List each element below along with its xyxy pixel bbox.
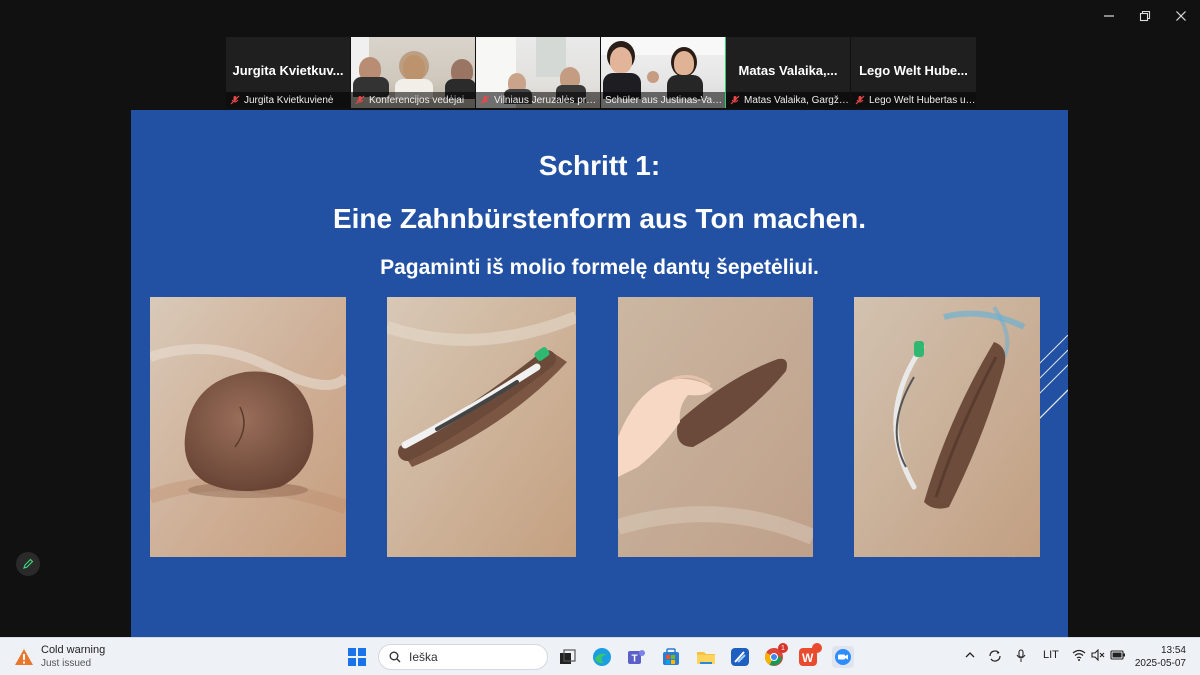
participant-caption: Schüler aus Justinas-Varei... bbox=[601, 92, 725, 108]
search-icon bbox=[389, 651, 401, 663]
taskbar-task-view[interactable] bbox=[556, 646, 578, 668]
photo-clay-ball bbox=[150, 297, 346, 557]
clock-date: 2025-05-07 bbox=[1134, 658, 1186, 669]
taskbar-zoom[interactable] bbox=[832, 646, 854, 668]
close-button[interactable] bbox=[1166, 6, 1196, 26]
folder-icon bbox=[697, 652, 715, 664]
taskbar-search[interactable]: Ieška bbox=[378, 644, 548, 670]
svg-text:W: W bbox=[802, 651, 814, 665]
taskbar-file-explorer[interactable] bbox=[695, 646, 717, 668]
chevron-up-icon bbox=[965, 652, 975, 658]
mic-muted-icon bbox=[230, 95, 240, 105]
photo-hand-shaping-clay bbox=[618, 297, 813, 557]
taskbar-clock[interactable]: 13:54 2025-05-07 bbox=[1135, 644, 1186, 670]
minimize-icon bbox=[1104, 15, 1114, 17]
participant-caption: Lego Welt Hubertas un... bbox=[851, 92, 976, 108]
participant-big-name: Matas Valaika,... bbox=[738, 63, 838, 78]
participant-caption: Konferencijos vedėjai bbox=[351, 92, 475, 108]
participant-tile[interactable]: Lego Welt Hube... Lego Welt Hubertas un.… bbox=[851, 37, 976, 108]
restore-button[interactable] bbox=[1130, 6, 1160, 26]
weather-subtitle: Just issued bbox=[41, 658, 92, 669]
volume-muted-icon bbox=[1091, 648, 1105, 662]
photo-toothbrush-in-clay bbox=[387, 297, 576, 557]
taskbar-teams[interactable]: T bbox=[625, 646, 647, 668]
taskbar-edge[interactable] bbox=[591, 646, 613, 668]
photo-toothbrush-and-mold bbox=[854, 297, 1040, 557]
tray-battery[interactable] bbox=[1110, 649, 1126, 664]
windows-logo-icon bbox=[348, 648, 366, 666]
battery-charging-icon bbox=[1110, 650, 1125, 660]
mic-muted-icon bbox=[855, 95, 865, 105]
tray-volume[interactable] bbox=[1091, 648, 1105, 664]
taskbar-app-drawboard[interactable] bbox=[729, 646, 751, 668]
windows-taskbar: Cold warning Just issued Ieška T 1 W LIT… bbox=[0, 637, 1200, 675]
participant-big-name: Lego Welt Hube... bbox=[859, 63, 968, 78]
slide-subtitle-german: Eine Zahnbürstenform aus Ton machen. bbox=[332, 203, 867, 234]
notification-dot bbox=[812, 643, 822, 653]
start-button[interactable] bbox=[346, 646, 368, 668]
edge-browser-icon bbox=[593, 648, 611, 666]
mic-muted-icon bbox=[730, 95, 740, 105]
weather-widget[interactable]: Cold warning Just issued bbox=[14, 644, 105, 670]
wifi-icon bbox=[1072, 649, 1086, 661]
participant-big-name: Jurgita Kvietkuv... bbox=[232, 63, 344, 78]
taskbar-store[interactable] bbox=[660, 646, 682, 668]
microphone-icon bbox=[1016, 649, 1026, 662]
screen: Jurgita Kvietkuv... Jurgita Kvietkuvienė… bbox=[0, 0, 1200, 675]
warning-icon bbox=[15, 649, 33, 665]
participant-strip: Jurgita Kvietkuv... Jurgita Kvietkuvienė… bbox=[226, 37, 976, 108]
participant-tile[interactable]: Konferencijos vedėjai bbox=[351, 37, 476, 108]
weather-title: Cold warning bbox=[41, 644, 106, 656]
tray-microphone[interactable] bbox=[1015, 649, 1027, 666]
sync-icon bbox=[989, 650, 1001, 662]
participant-tile[interactable]: Vilniaus Jeruzalės prog... bbox=[476, 37, 601, 108]
participant-tile[interactable]: Matas Valaika,... Matas Valaika, Gargžd.… bbox=[726, 37, 851, 108]
svg-text:T: T bbox=[632, 654, 638, 665]
close-icon bbox=[1176, 11, 1186, 21]
teams-icon: T bbox=[628, 650, 645, 665]
tray-language[interactable]: LIT bbox=[1043, 649, 1059, 661]
taskbar-office[interactable]: W bbox=[797, 643, 822, 668]
tray-wifi[interactable] bbox=[1072, 649, 1086, 664]
zoom-icon bbox=[835, 649, 851, 665]
task-view-icon bbox=[560, 649, 576, 664]
participant-tile-active-speaker[interactable]: Schüler aus Justinas-Varei... bbox=[601, 37, 726, 108]
participant-caption: Vilniaus Jeruzalės prog... bbox=[476, 92, 600, 108]
search-placeholder: Ieška bbox=[409, 650, 438, 664]
restore-icon bbox=[1139, 10, 1151, 22]
clock-time: 13:54 bbox=[1160, 645, 1186, 656]
minimize-button[interactable] bbox=[1094, 6, 1124, 26]
shared-screen-slide: Schritt 1: Eine Zahnbürstenform aus Ton … bbox=[131, 110, 1068, 638]
taskbar-chrome[interactable]: 1 bbox=[763, 643, 788, 668]
tray-overflow[interactable] bbox=[964, 649, 976, 664]
participant-caption: Matas Valaika, Gargžd... bbox=[726, 92, 850, 108]
app-pen-icon bbox=[731, 648, 749, 666]
slide-title: Schritt 1: bbox=[538, 150, 661, 181]
tray-sync[interactable] bbox=[988, 649, 1002, 666]
mic-muted-icon bbox=[480, 95, 490, 105]
mic-muted-icon bbox=[355, 95, 365, 105]
participant-tile[interactable]: Jurgita Kvietkuv... Jurgita Kvietkuvienė bbox=[226, 37, 351, 108]
pencil-icon bbox=[23, 558, 34, 569]
store-icon bbox=[663, 648, 679, 665]
notification-badge: 1 bbox=[778, 643, 788, 653]
annotate-button[interactable] bbox=[16, 552, 40, 576]
slide-subtitle-lithuanian: Pagaminti iš molio formelę dantų šepetėl… bbox=[380, 256, 819, 279]
participant-caption: Jurgita Kvietkuvienė bbox=[226, 92, 350, 108]
